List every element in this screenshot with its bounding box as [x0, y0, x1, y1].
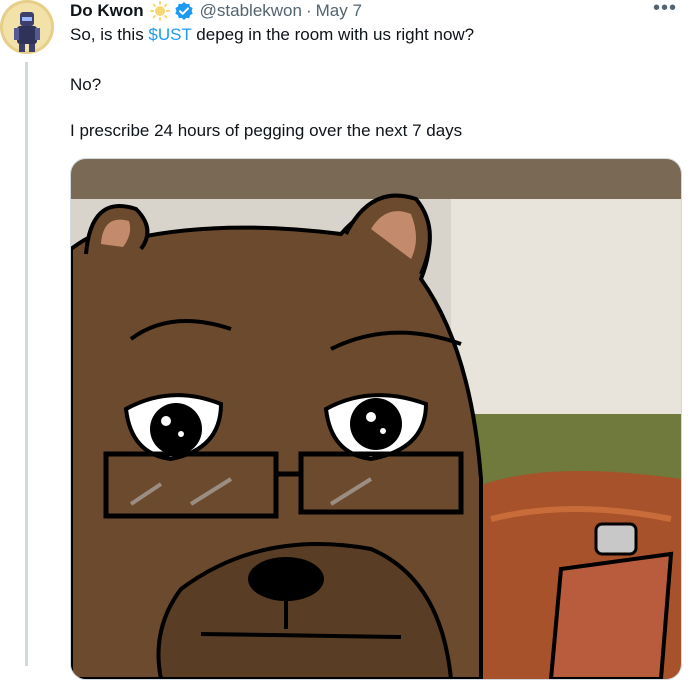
separator-dot: ·: [305, 1, 312, 20]
tweet-text-line-3: I prescribe 24 hours of pegging over the…: [70, 121, 463, 140]
sun-emoji-icon: [149, 1, 170, 21]
more-options-icon[interactable]: •••: [653, 0, 677, 18]
thread-line: [25, 62, 28, 666]
tweet-text-line-2: No?: [70, 75, 102, 94]
verified-badge-icon: [174, 1, 194, 21]
tweet[interactable]: Do Kwon @stablekwon · May 7 ••• So, is t…: [0, 0, 693, 680]
tweet-media[interactable]: [70, 158, 682, 680]
text-suffix: depeg in the room with us right now?: [191, 25, 475, 44]
avatar[interactable]: [0, 0, 54, 54]
display-name[interactable]: Do Kwon: [70, 1, 144, 21]
tweet-header: Do Kwon @stablekwon · May 7: [70, 0, 362, 22]
cashtag-link[interactable]: $UST: [148, 25, 191, 44]
tweet-date[interactable]: May 7: [316, 1, 362, 21]
text-prefix: So, is this: [70, 25, 149, 44]
bear-therapist-image: [71, 159, 681, 679]
tweet-text-line-1: So, is this $UST depeg in the room with …: [70, 24, 474, 46]
avatar-image: [0, 0, 54, 54]
handle[interactable]: @stablekwon: [200, 1, 302, 21]
